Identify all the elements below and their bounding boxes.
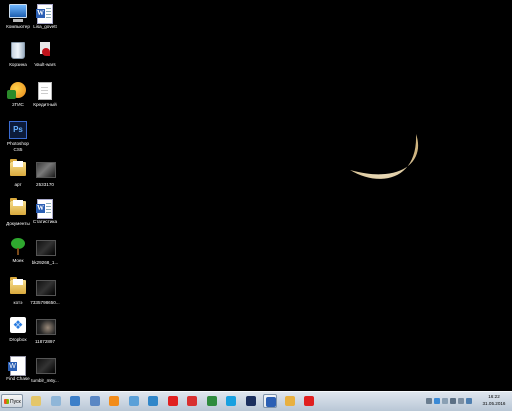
clock-time[interactable]: 16:22 bbox=[479, 394, 509, 399]
language-icon[interactable] bbox=[434, 398, 440, 404]
desktop-icon-image-bk29268[interactable]: bk29268_1... bbox=[27, 238, 63, 266]
desktop-icon-label: Vault-wars bbox=[34, 62, 56, 67]
moon-wallpaper bbox=[350, 134, 419, 179]
tree-icon bbox=[9, 238, 27, 256]
photoshop-icon: Ps bbox=[9, 121, 27, 139]
action-center-icon[interactable] bbox=[458, 398, 464, 404]
desktop-icon-tumblr-image[interactable]: tumblr_m6y... bbox=[27, 356, 63, 384]
desktop-icon-label: 2533170 bbox=[36, 182, 54, 187]
taskbar-button-network-computer[interactable] bbox=[88, 394, 102, 408]
desktop-icon-label: Статистика bbox=[32, 219, 58, 224]
yandex-browser-icon bbox=[167, 396, 178, 406]
taskbar: Пуск 16:22 31.05.2016 bbox=[0, 391, 512, 411]
start-label: Пуск bbox=[10, 399, 21, 405]
yandex-icon bbox=[187, 396, 197, 406]
text-document-icon bbox=[36, 82, 54, 100]
network-computer-icon bbox=[89, 396, 100, 406]
system-tray: 16:22 31.05.2016 bbox=[424, 392, 512, 411]
image-thumbnail-icon bbox=[36, 162, 56, 180]
desktop-icon-credit-doc[interactable]: Кредитный bbox=[27, 82, 63, 108]
taskbar-button-yandex-browser[interactable] bbox=[302, 394, 316, 408]
volume-icon[interactable] bbox=[450, 398, 456, 404]
desktop-icon-label: bk29268_1... bbox=[31, 260, 59, 265]
word-document-icon: W bbox=[36, 4, 54, 24]
folder-icon bbox=[9, 198, 27, 219]
word-document-icon bbox=[8, 356, 27, 376]
notepad-icon bbox=[50, 396, 61, 406]
folder-icon bbox=[9, 277, 27, 298]
desktop-icon-vault-wars[interactable]: Vault-wars bbox=[27, 42, 63, 68]
recycle-bin-icon bbox=[9, 42, 27, 60]
desktop-icon-photoshop[interactable]: Ps Photoshop CS5 bbox=[0, 121, 36, 152]
clock-date[interactable]: 31.05.2016 bbox=[479, 401, 509, 406]
dropbox-icon: ❖ bbox=[9, 317, 27, 335]
desktop-icon-image-2533170[interactable]: 2533170 bbox=[27, 160, 63, 188]
desktop-icon-label: Кредитный bbox=[33, 102, 57, 107]
desktop-icon-lisa-govett[interactable]: W Lisa_govett bbox=[27, 4, 63, 30]
taskbar-button-vlc[interactable] bbox=[107, 394, 121, 408]
desktop-icon-image-11872897[interactable]: 11872897 bbox=[27, 317, 63, 345]
media-player-icon bbox=[70, 396, 80, 406]
network-icon[interactable] bbox=[442, 398, 448, 404]
desktop-icon-label: Lisa_govett bbox=[33, 24, 57, 29]
2gis-icon bbox=[7, 82, 27, 100]
desktop-icon-image-7335798650[interactable]: 7335798650... bbox=[27, 278, 63, 306]
word-document-icon: W bbox=[36, 199, 54, 219]
image-thumbnail-icon bbox=[36, 240, 56, 258]
desktop-icon-label: Photoshop CS5 bbox=[7, 141, 29, 152]
image-thumbnail-icon bbox=[36, 358, 56, 376]
explorer-folder-icon bbox=[31, 396, 41, 406]
taskbar-button-photoshop[interactable] bbox=[244, 394, 258, 408]
taskbar-button-yandex[interactable] bbox=[185, 394, 199, 408]
start-button[interactable]: Пуск bbox=[1, 394, 23, 408]
desktop-icon-label: tumblr_m6y... bbox=[31, 378, 59, 383]
taskbar-button-notepad[interactable] bbox=[49, 394, 63, 408]
show-hidden-icons-icon[interactable] bbox=[426, 398, 432, 404]
taskbar-button-paint[interactable] bbox=[283, 394, 297, 408]
windows-logo-icon bbox=[4, 399, 9, 404]
photoshop-icon bbox=[245, 396, 256, 406]
image-thumbnail-icon bbox=[36, 280, 56, 298]
desktop-icon-statistics[interactable]: W Статистика bbox=[27, 199, 63, 225]
desktop-icon-label: 11872897 bbox=[34, 339, 56, 344]
image-thumbnail-icon bbox=[36, 319, 56, 337]
taskbar-button-media-player[interactable] bbox=[68, 394, 82, 408]
taskbar-button-word[interactable] bbox=[263, 394, 277, 408]
battery-icon[interactable] bbox=[466, 398, 472, 404]
yandex-browser-icon bbox=[304, 396, 314, 406]
vlc-icon bbox=[109, 396, 119, 406]
image-viewer-icon bbox=[128, 396, 139, 406]
sync-icon bbox=[148, 396, 158, 406]
paint-icon bbox=[284, 396, 295, 406]
desktop-icon-label: 7335798650... bbox=[30, 300, 60, 305]
skype-icon bbox=[226, 396, 236, 406]
computer-icon bbox=[9, 4, 27, 22]
globe-icon bbox=[206, 396, 217, 406]
word-icon bbox=[266, 397, 276, 407]
taskbar-button-skype[interactable] bbox=[224, 394, 238, 408]
taskbar-button-image-viewer[interactable] bbox=[127, 394, 141, 408]
virus-document-icon bbox=[36, 42, 54, 60]
taskbar-button-explorer-folder[interactable] bbox=[29, 394, 43, 408]
folder-icon bbox=[9, 159, 27, 180]
taskbar-button-globe[interactable] bbox=[205, 394, 219, 408]
taskbar-button-yandex-browser[interactable] bbox=[166, 394, 180, 408]
desktop: Компьютер Корзина 2ГИС Ps Photoshop CS5 … bbox=[0, 0, 512, 391]
taskbar-button-sync[interactable] bbox=[146, 394, 160, 408]
